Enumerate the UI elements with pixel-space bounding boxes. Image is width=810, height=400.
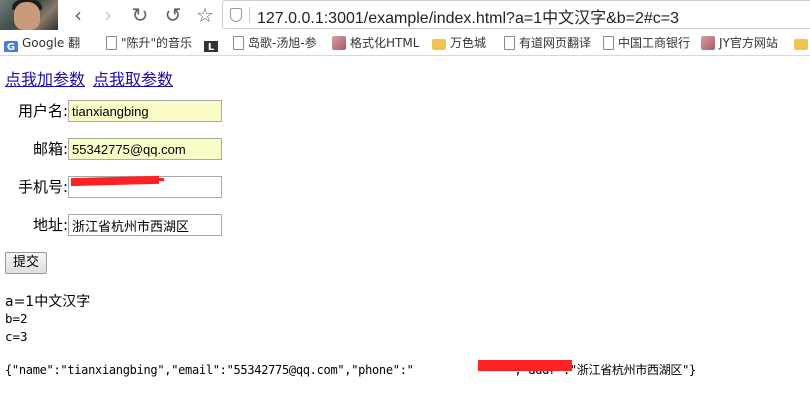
folder-icon [794,39,808,50]
email-input[interactable] [68,138,222,160]
bookmark-label: 万色城 [450,36,487,50]
page-icon [504,36,515,50]
profile-avatar[interactable] [0,0,58,30]
bookmark-label: "陈升"的音乐 [121,36,193,50]
bookmark-star-button[interactable]: ☆ [193,3,217,27]
output-line-b: b=2 [5,311,28,326]
bookmark-item[interactable]: 有道网页翻译 [504,34,598,52]
json-redaction-mark [478,360,572,371]
bookmark-item[interactable]: L [204,34,222,52]
undo-button[interactable]: ↺ [161,3,185,27]
reload-icon: ↻ [131,3,149,27]
back-button[interactable]: ‹ [66,3,90,27]
site-info-icon[interactable] [230,8,242,22]
forward-icon: › [104,3,112,27]
bookmark-item[interactable]: G Google 翻 [4,34,96,52]
bookmark-label: 格式化HTML [350,36,420,50]
page-icon [106,36,117,50]
bookmark-item[interactable] [794,34,810,52]
bookmarks-bar: G Google 翻 "陈升"的音乐 L 岛歌-汤旭-参 格式化HTML 万色城 … [0,30,810,56]
reload-button[interactable]: ↻ [128,3,152,27]
phone-label: 手机号: [17,178,68,196]
output-line-c: c=3 [5,329,28,344]
bookmark-item[interactable]: 万色城 [432,34,496,52]
page-icon [603,36,614,50]
browser-toolbar: ‹ › ↻ ↺ ☆ 127.0.0.1:3001/example/index.h… [0,0,810,30]
bookmark-item[interactable]: "陈升"的音乐 [106,34,194,52]
email-label: 邮箱: [32,140,68,158]
avatar-face [14,2,40,30]
picture-icon [332,36,346,50]
address-label: 地址: [32,216,68,234]
forward-button[interactable]: › [96,3,120,27]
bookmark-label: 有道网页翻译 [519,36,592,50]
back-icon: ‹ [74,3,82,27]
google-icon: G [4,41,18,52]
url-text[interactable]: 127.0.0.1:3001/example/index.html?a=1中文汉… [257,4,679,28]
submit-button[interactable]: 提交 [5,252,47,274]
username-label: 用户名: [17,102,68,120]
bookmark-label: 中国工商银行 [618,36,691,50]
bookmark-item[interactable]: 岛歌-汤旭-参 [233,34,323,52]
phone-redaction-mark [148,178,164,181]
black-square-icon: L [204,41,218,52]
page-content: 点我加参数 点我取参数 用户名: 邮箱: 手机号: 地址: 提交 a=1中文汉字… [0,56,810,400]
bookmark-item[interactable]: 格式化HTML [332,34,422,52]
get-params-link[interactable]: 点我取参数 [93,66,173,90]
address-bar-divider [249,7,250,23]
output-line-a: a=1中文汉字 [5,294,91,310]
bookmark-label: JY官方网站 [719,36,778,50]
undo-icon: ↺ [164,3,182,27]
address-input[interactable] [68,214,222,236]
page-icon [233,36,244,50]
bookmark-label: 岛歌-汤旭-参 [248,36,317,50]
json-output: {"name":"tianxiangbing","email":"5534277… [5,361,696,378]
bookmark-item[interactable]: 中国工商银行 [603,34,693,52]
picture-icon [701,36,715,50]
star-icon: ☆ [196,3,214,27]
username-input[interactable] [68,100,222,122]
json-output-start: {"name":"tianxiangbing","email":"5534277… [5,363,414,377]
folder-icon [432,39,446,50]
add-params-link[interactable]: 点我加参数 [5,66,85,90]
address-bar[interactable]: 127.0.0.1:3001/example/index.html?a=1中文汉… [222,0,810,29]
bookmark-item[interactable]: JY官方网站 [701,34,791,52]
bookmark-label: Google 翻 [22,36,81,50]
